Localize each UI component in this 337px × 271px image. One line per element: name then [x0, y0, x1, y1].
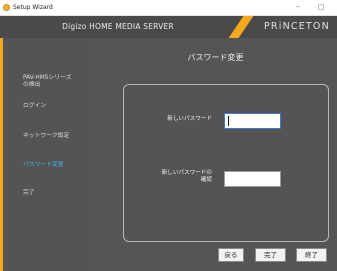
text-caret: [228, 116, 229, 126]
product-name: Digizo HOME MEDIA SERVER: [62, 22, 174, 31]
confirm-password-label-line1: 新しいパスワードの: [161, 170, 212, 176]
sidebar-item-login: ログイン: [23, 103, 47, 109]
sidebar-item-detect-line2: の検出: [23, 82, 41, 88]
new-password-label: 新しいパスワード: [167, 116, 212, 122]
sidebar-item-password: パスワード変更: [23, 162, 64, 168]
sidebar-item-complete: 完了: [23, 190, 35, 196]
minimize-button[interactable]: –: [287, 1, 309, 14]
window-title: Setup Wizard: [13, 4, 53, 11]
wizard-steps-sidebar: [0, 38, 94, 271]
finish-button[interactable]: 完了: [255, 248, 286, 262]
confirm-password-input[interactable]: [224, 171, 281, 187]
window-titlebar: Setup Wizard – □: [0, 0, 337, 16]
password-form-panel: [123, 84, 329, 242]
maximize-button[interactable]: □: [310, 1, 332, 14]
sidebar-item-detect-line1: PAV-HMSシリーズ: [23, 75, 72, 81]
brand-logo: PRiNCETON: [264, 21, 330, 32]
exit-button[interactable]: 終了: [296, 248, 327, 262]
sidebar-item-network: ネットワーク設定: [23, 133, 70, 139]
header-banner: Digizo HOME MEDIA SERVER PRiNCETON: [0, 16, 337, 38]
new-password-input[interactable]: [224, 113, 281, 129]
back-button[interactable]: 戻る: [218, 248, 244, 262]
setup-app-icon: [3, 4, 10, 11]
page-title: パスワード変更: [187, 53, 244, 62]
confirm-password-label-line2: 確認: [200, 177, 212, 183]
